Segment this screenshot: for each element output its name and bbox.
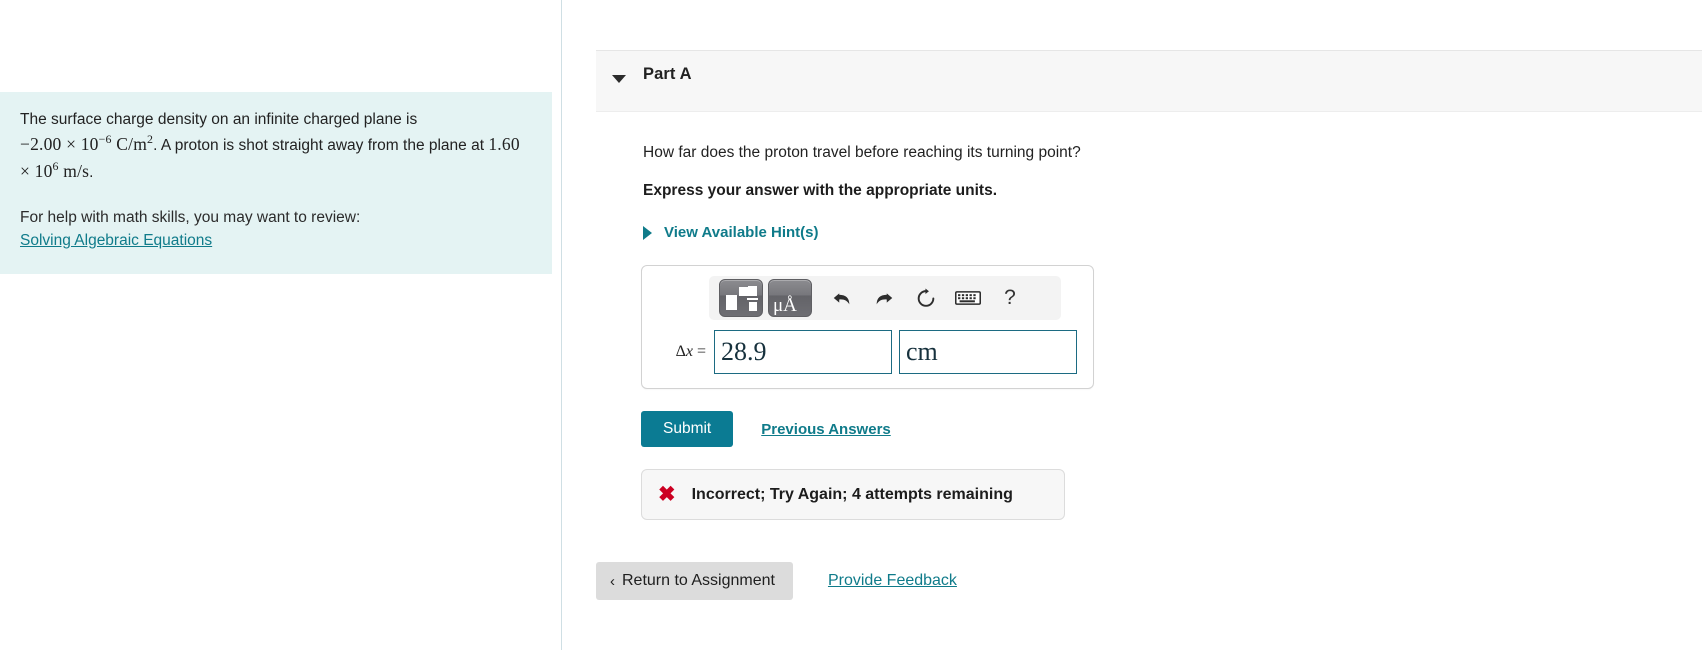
answer-entry-row: Δx = 28.9 cm (654, 330, 1081, 374)
bottom-actions: ‹ Return to Assignment Provide Feedback (596, 562, 957, 600)
answer-variable-label: Δx = (654, 343, 714, 361)
units-icon-label: μÅ (773, 295, 797, 316)
template-glyph-part (739, 287, 748, 296)
caret-down-icon[interactable] (612, 75, 626, 83)
equals-symbol: = (696, 343, 706, 360)
template-glyph-part (748, 286, 757, 296)
chevron-left-icon: ‹ (610, 572, 615, 590)
math-templates-icon[interactable] (719, 279, 763, 317)
question-mark-icon[interactable]: ? (989, 280, 1031, 316)
problem-statement-box: The surface charge density on an infinit… (0, 92, 552, 275)
problem-line-2-tail: . A proton is shot straight away from th… (153, 137, 485, 155)
answer-pane: Part A How far does the proton travel be… (563, 0, 1702, 650)
charge-density-units: C/m (116, 134, 148, 155)
instruction-text: Express your answer with the appropriate… (643, 182, 998, 199)
variable-symbol: x (685, 343, 693, 360)
question-text: How far does the proton travel before re… (643, 144, 1081, 161)
keyboard-icon[interactable] (947, 280, 989, 316)
feedback-message: Incorrect; Try Again; 4 attempts remaini… (691, 485, 1013, 503)
previous-answers-link[interactable]: Previous Answers (761, 421, 891, 438)
answer-unit-input[interactable]: cm (899, 330, 1077, 374)
answer-value-input[interactable]: 28.9 (714, 330, 892, 374)
reset-icon[interactable] (905, 280, 947, 316)
problem-line-1: The surface charge density on an infinit… (20, 111, 418, 128)
answer-value-text: 28.9 (721, 337, 767, 366)
part-title: Part A (643, 65, 692, 83)
part-a-body: How far does the proton travel before re… (596, 112, 1702, 520)
undo-icon[interactable] (821, 280, 863, 316)
x-mark-icon: ✖ (658, 483, 676, 506)
math-toolbar: μÅ ? (709, 276, 1061, 320)
charge-density-mantissa: −2.00 × 10 (20, 134, 99, 155)
speed-units: m/s (63, 160, 90, 181)
return-to-assignment-button[interactable]: ‹ Return to Assignment (596, 562, 793, 600)
charge-density-exponent: −6 (98, 132, 112, 147)
answer-unit-text: cm (906, 337, 938, 366)
redo-icon[interactable] (863, 280, 905, 316)
problem-pane: The surface charge density on an infinit… (0, 0, 562, 650)
feedback-banner: ✖ Incorrect; Try Again; 4 attempts remai… (641, 469, 1065, 520)
part-a-header[interactable]: Part A (596, 50, 1702, 112)
problem-period: . (89, 163, 94, 181)
caret-right-icon (643, 225, 652, 240)
help-block: For help with math skills, you may want … (20, 206, 532, 253)
template-glyph-part (749, 302, 757, 311)
template-glyph-part (747, 298, 758, 300)
page-root: The surface charge density on an infinit… (0, 0, 1702, 650)
submit-button[interactable]: Submit (641, 411, 734, 447)
problem-text: The surface charge density on an infinit… (20, 108, 532, 184)
delta-symbol: Δ (675, 343, 686, 360)
help-intro: For help with math skills, you may want … (20, 208, 361, 226)
template-glyph-part (726, 295, 737, 310)
units-mu-angstrom-icon[interactable]: μÅ (768, 279, 812, 317)
submit-row: Submit Previous Answers (641, 411, 1702, 447)
return-to-assignment-label: Return to Assignment (622, 572, 775, 589)
speed-exponent: 6 (52, 158, 59, 173)
solving-algebraic-equations-link[interactable]: Solving Algebraic Equations (20, 232, 212, 249)
view-hints-toggle[interactable]: View Available Hint(s) (643, 224, 819, 241)
charge-density-value: −2.00 × 10−6 C/m2 (20, 132, 153, 155)
provide-feedback-link[interactable]: Provide Feedback (828, 572, 957, 590)
answer-widget: μÅ ? Δx = 28.9 cm (641, 265, 1094, 389)
view-hints-label: View Available Hint(s) (664, 224, 819, 241)
